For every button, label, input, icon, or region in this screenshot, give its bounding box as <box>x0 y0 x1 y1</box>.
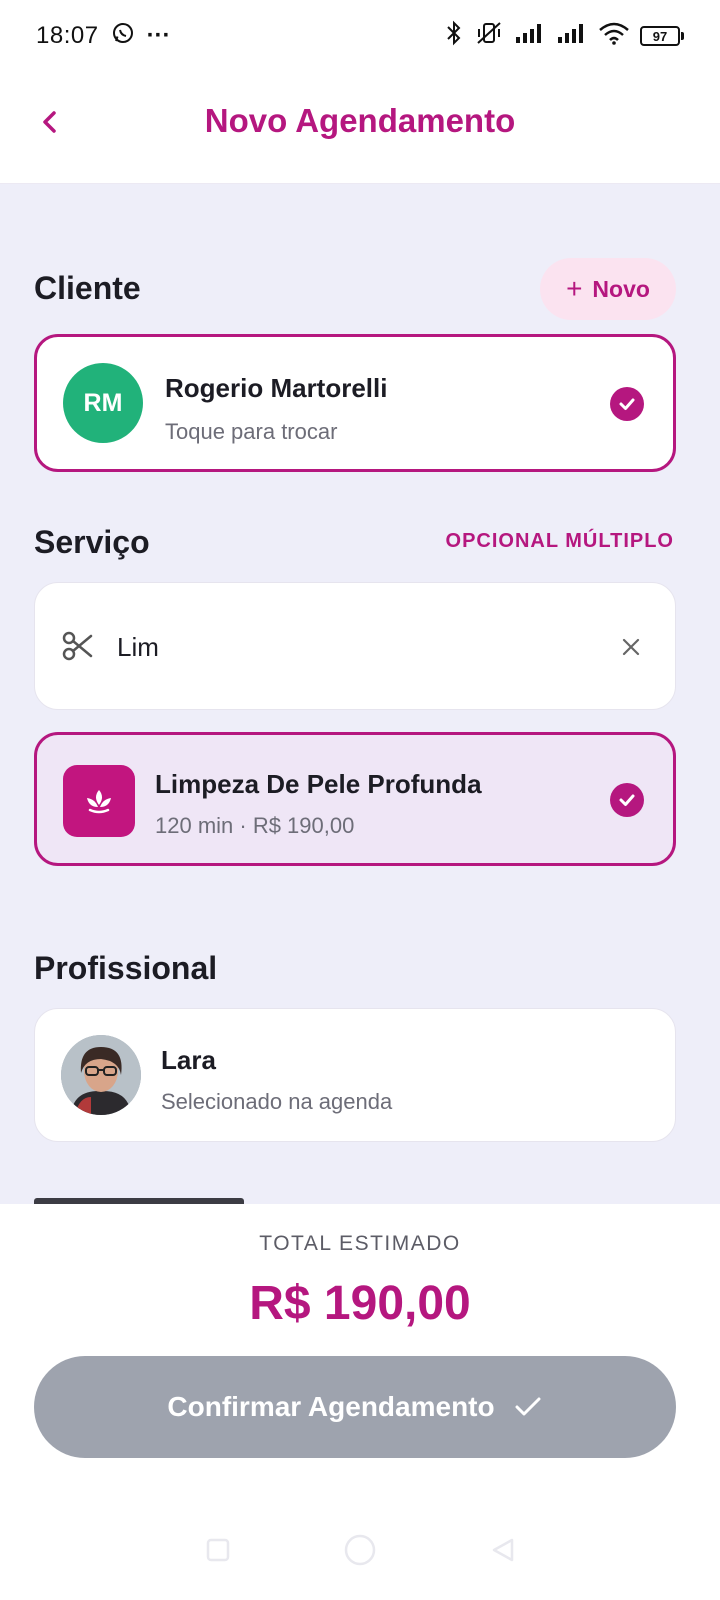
battery-icon: 97 <box>640 26 684 46</box>
new-client-button[interactable]: + Novo <box>540 258 676 320</box>
form-content[interactable]: Cliente + Novo RM Rogerio Martorelli Toq… <box>0 184 720 1228</box>
service-meta: 120 min · R$ 190,00 <box>155 813 355 838</box>
close-icon <box>622 638 640 656</box>
more-notifications-icon: ··· <box>146 22 171 49</box>
clear-search-button[interactable] <box>613 629 649 665</box>
section-title-cliente: Cliente <box>34 270 141 306</box>
battery-level: 97 <box>640 26 680 46</box>
section-title-profissional: Profissional <box>34 950 218 986</box>
status-time: 18:07 <box>36 22 99 49</box>
scissors-icon <box>61 629 95 668</box>
professional-name: Lara <box>161 1045 216 1075</box>
signal-icon <box>556 22 588 51</box>
vibrate-off-icon <box>474 20 504 53</box>
status-bar: 18:07 ··· 97 <box>0 0 720 72</box>
optional-multiple-tag: OPCIONAL MÚLTIPLO <box>445 530 674 552</box>
plus-icon: + <box>566 273 583 304</box>
client-name: Rogerio Martorelli <box>165 373 388 403</box>
signal-icon <box>514 22 546 51</box>
checkmark-icon <box>515 1397 541 1416</box>
service-search-field[interactable] <box>34 582 676 710</box>
professional-card[interactable]: Lara Selecionado na agenda <box>34 1008 676 1142</box>
system-nav-bar <box>0 1504 720 1600</box>
client-hint: Toque para trocar <box>165 419 338 444</box>
summary-footer: TOTAL ESTIMADO R$ 190,00 Confirmar Agend… <box>0 1204 720 1600</box>
back-nav-icon[interactable] <box>488 1536 516 1569</box>
total-value: R$ 190,00 <box>249 1277 471 1330</box>
total-label: TOTAL ESTIMADO <box>259 1232 461 1255</box>
home-icon[interactable] <box>342 1532 378 1573</box>
check-icon <box>610 387 644 421</box>
avatar: RM <box>63 363 143 443</box>
section-title-servico: Serviço <box>34 524 150 560</box>
recent-apps-icon[interactable] <box>204 1536 232 1569</box>
wifi-icon <box>598 21 630 52</box>
bluetooth-icon <box>444 20 464 53</box>
service-name: Limpeza De Pele Profunda <box>155 769 482 799</box>
whatsapp-icon <box>111 21 135 52</box>
selected-client-card[interactable]: RM Rogerio Martorelli Toque para trocar <box>34 334 676 472</box>
confirm-booking-button[interactable]: Confirmar Agendamento <box>34 1356 676 1458</box>
app-header: Novo Agendamento <box>0 72 720 184</box>
professional-photo <box>61 1035 141 1115</box>
lotus-icon <box>63 765 135 837</box>
confirm-booking-label: Confirmar Agendamento <box>167 1391 495 1422</box>
service-search-input[interactable] <box>117 617 597 677</box>
selected-service-card[interactable]: Limpeza De Pele Profunda 120 min · R$ 19… <box>34 732 676 866</box>
professional-hint: Selecionado na agenda <box>161 1089 393 1114</box>
page-title: Novo Agendamento <box>204 102 516 139</box>
check-icon <box>610 783 644 817</box>
new-client-label: Novo <box>592 275 650 302</box>
